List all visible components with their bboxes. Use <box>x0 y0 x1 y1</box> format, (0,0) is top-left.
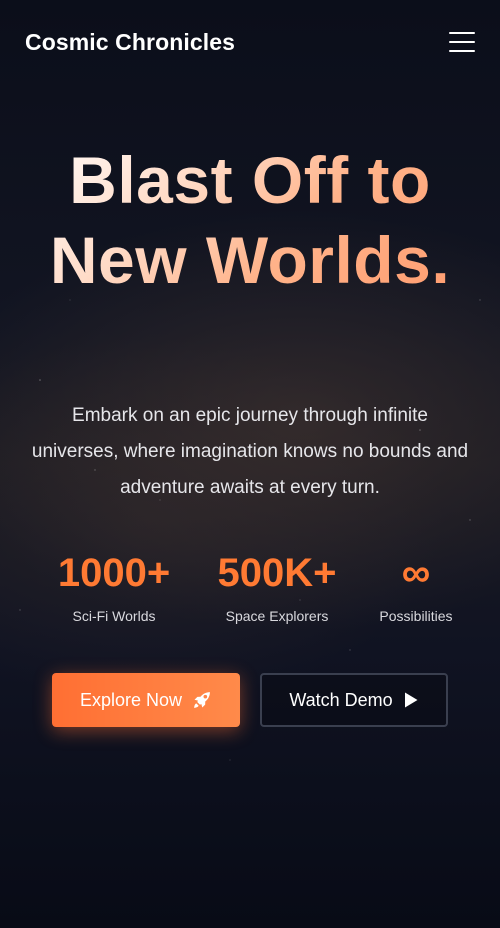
explore-now-button[interactable]: Explore Now <box>52 673 240 727</box>
play-icon <box>404 692 418 708</box>
hero-actions: Explore Now Watch Demo <box>52 673 448 727</box>
stat-label: Space Explorers <box>225 608 329 624</box>
menu-bar <box>449 50 475 52</box>
stats-row: 1000+ Sci-Fi Worlds 500K+ Space Explorer… <box>40 548 466 624</box>
hero-subtitle: Embark on an epic journey through infini… <box>31 405 469 498</box>
stat-value: ∞ <box>401 551 431 595</box>
stat-possibilities: ∞ Possibilities <box>366 548 466 624</box>
watch-demo-button[interactable]: Watch Demo <box>260 673 448 727</box>
stat-worlds: 1000+ Sci-Fi Worlds <box>40 548 188 624</box>
watch-demo-label: Watch Demo <box>289 689 393 710</box>
hamburger-menu-icon[interactable] <box>449 32 475 52</box>
hero-title: Blast Off to New Worlds. <box>20 140 480 300</box>
stat-explorers: 500K+ Space Explorers <box>212 548 342 624</box>
brand-logo[interactable]: Cosmic Chronicles <box>25 29 235 56</box>
stat-label: Sci-Fi Worlds <box>72 608 156 624</box>
hero-page: Cosmic Chronicles Blast Off to New World… <box>0 0 500 928</box>
stat-label: Possibilities <box>379 608 453 624</box>
top-navigation: Cosmic Chronicles <box>25 24 475 60</box>
stat-value: 500K+ <box>217 551 337 595</box>
menu-bar <box>449 41 475 43</box>
rocket-icon <box>194 692 210 708</box>
stat-value: 1000+ <box>57 551 171 595</box>
explore-now-label: Explore Now <box>79 689 183 710</box>
menu-bar <box>449 32 475 34</box>
